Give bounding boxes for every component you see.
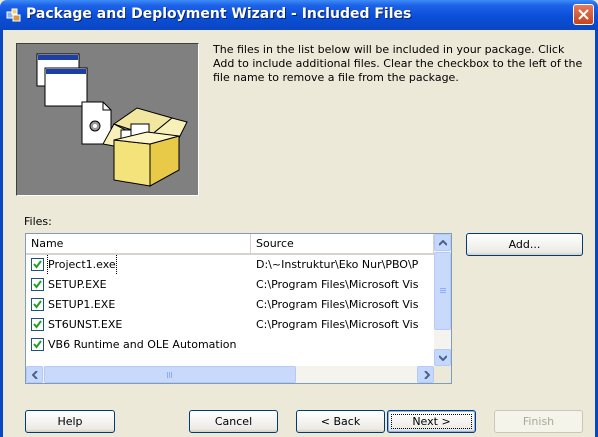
- scrollbar-corner: [434, 366, 451, 383]
- checkmark-icon: [33, 300, 42, 309]
- file-checkbox[interactable]: [31, 318, 44, 331]
- horizontal-scrollbar[interactable]: [26, 366, 434, 383]
- back-button-label: < Back: [320, 415, 361, 428]
- file-name: SETUP1.EXE: [48, 298, 116, 311]
- chevron-left-icon: [32, 371, 38, 379]
- files-label: Files:: [24, 215, 52, 228]
- close-icon: [578, 9, 589, 20]
- file-name: ST6UNST.EXE: [48, 318, 123, 331]
- list-header: Name Source: [26, 234, 434, 255]
- add-button[interactable]: Add...: [466, 233, 583, 256]
- checkmark-icon: [33, 280, 42, 289]
- package-wizard-icon: [6, 7, 22, 23]
- file-checkbox[interactable]: [31, 298, 44, 311]
- close-button[interactable]: [573, 4, 594, 25]
- help-button-label: Help: [57, 415, 83, 428]
- cancel-button-label: Cancel: [214, 415, 253, 428]
- file-source: C:\Program Files\Microsoft Vis: [256, 318, 419, 331]
- wizard-illustration: [16, 43, 199, 196]
- checkmark-icon: [33, 340, 42, 349]
- scroll-left-button[interactable]: [26, 366, 43, 383]
- checkmark-icon: [33, 320, 42, 329]
- list-rows: Project1.exe D:\~Instruktur\Eko Nur\PBO\…: [26, 255, 434, 355]
- column-header-source[interactable]: Source: [251, 234, 434, 253]
- included-files-list[interactable]: Name Source Project1.exe D:\~Instruktur\…: [25, 233, 452, 384]
- package-box-illustration: [36, 53, 188, 187]
- file-checkbox[interactable]: [31, 258, 44, 271]
- help-button[interactable]: Help: [25, 410, 115, 433]
- horizontal-scroll-thumb[interactable]: [44, 366, 296, 383]
- scroll-up-button[interactable]: [434, 234, 451, 251]
- file-name: SETUP.EXE: [48, 278, 107, 291]
- next-button[interactable]: Next >: [387, 410, 476, 433]
- chevron-right-icon: [424, 371, 430, 379]
- title-bar[interactable]: Package and Deployment Wizard - Included…: [0, 0, 598, 30]
- focus-rectangle: [391, 414, 472, 429]
- cancel-button[interactable]: Cancel: [189, 410, 278, 433]
- scroll-down-button[interactable]: [434, 349, 451, 366]
- list-item[interactable]: VB6 Runtime and OLE Automation: [26, 335, 434, 355]
- file-name: VB6 Runtime and OLE Automation: [48, 338, 237, 351]
- files-label-text: Files:: [24, 215, 52, 228]
- add-button-label: Add...: [508, 238, 541, 251]
- finish-button[interactable]: Finish: [494, 410, 583, 433]
- description-text: The files in the list below will be incl…: [213, 43, 583, 84]
- vertical-scrollbar[interactable]: [434, 234, 451, 366]
- chevron-up-icon: [439, 240, 447, 246]
- scroll-right-button[interactable]: [417, 366, 434, 383]
- window-title: Package and Deployment Wizard - Included…: [26, 6, 412, 22]
- file-name: Project1.exe: [47, 255, 117, 275]
- list-item[interactable]: SETUP1.EXE C:\Program Files\Microsoft Vi…: [26, 295, 434, 315]
- vertical-scroll-thumb[interactable]: [434, 252, 451, 330]
- window-frame-left: [0, 30, 3, 437]
- file-checkbox[interactable]: [31, 338, 44, 351]
- file-source: C:\Program Files\Microsoft Vis: [256, 298, 419, 311]
- list-item[interactable]: Project1.exe D:\~Instruktur\Eko Nur\PBO\…: [26, 255, 434, 275]
- finish-button-label: Finish: [522, 415, 555, 428]
- column-header-name[interactable]: Name: [26, 234, 251, 253]
- list-item[interactable]: SETUP.EXE C:\Program Files\Microsoft Vis: [26, 275, 434, 295]
- back-button[interactable]: < Back: [296, 410, 385, 433]
- file-checkbox[interactable]: [31, 278, 44, 291]
- list-item[interactable]: ST6UNST.EXE C:\Program Files\Microsoft V…: [26, 315, 434, 335]
- file-source: C:\Program Files\Microsoft Vis: [256, 278, 419, 291]
- file-source: D:\~Instruktur\Eko Nur\PBO\P: [256, 258, 419, 271]
- checkmark-icon: [33, 260, 42, 269]
- chevron-down-icon: [439, 355, 447, 361]
